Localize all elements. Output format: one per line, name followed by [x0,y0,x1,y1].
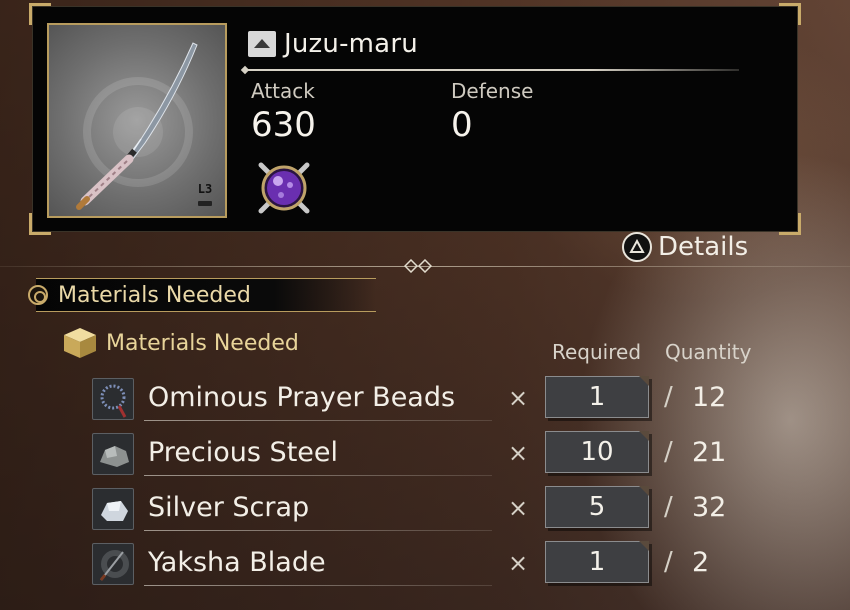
name-divider [245,69,739,71]
item-name: Juzu-maru [284,29,418,59]
item-name-row: Juzu-maru [248,29,418,59]
column-header-required: Required [552,340,642,364]
slash-separator: / [664,547,673,577]
owned-quantity: 2 [692,547,710,578]
material-name: Yaksha Blade [148,547,326,578]
item-panel: L3 Juzu-maru Attack 630 Defense 0 [29,3,801,235]
steel-ore-icon [92,433,134,475]
blade-icon [92,543,134,585]
divider-ornament-icon [404,259,432,273]
materials-list: Ominous Prayer Beads × 1 / 12 Precious S… [92,372,772,592]
stat-label: Defense [451,79,534,103]
row-divider [144,585,492,586]
triangle-button-icon [622,232,652,262]
list-item[interactable]: Silver Scrap × 5 / 32 [92,482,772,537]
header-tab-label: Materials Needed [58,282,251,308]
multiply-sign: × [508,439,529,467]
row-divider [144,475,492,476]
owned-quantity: 12 [692,382,727,413]
row-divider [144,420,492,421]
category-label: Materials Needed [106,330,299,356]
knot-ornament-icon [28,285,48,305]
owned-quantity: 21 [692,437,727,468]
rarity-up-icon [248,31,276,57]
materials-header-tab: Materials Needed [28,278,376,312]
stat-defense: Defense 0 [451,79,533,145]
details-label: Details [658,232,749,262]
stat-value: 630 [251,105,316,145]
required-count: 10 [545,431,649,473]
slash-separator: / [664,382,673,412]
list-item[interactable]: Yaksha Blade × 1 / 2 [92,537,772,592]
slash-separator: / [664,437,673,467]
list-item[interactable]: Precious Steel × 10 / 21 [92,427,772,482]
slash-separator: / [664,492,673,522]
corner-ornament [29,3,51,25]
details-button[interactable]: Details [622,232,748,262]
stat-attack: Attack 630 [251,79,316,145]
box-icon [64,328,96,358]
material-name: Precious Steel [148,437,339,468]
level-badge-icon: L3 [195,180,215,206]
required-count: 1 [545,376,649,418]
silver-scrap-icon [92,488,134,530]
material-name: Ominous Prayer Beads [148,382,456,413]
corner-ornament [779,3,801,25]
owned-quantity: 32 [692,492,727,523]
multiply-sign: × [508,549,529,577]
material-name: Silver Scrap [148,492,310,523]
materials-category: Materials Needed [62,326,299,360]
required-count: 1 [545,541,649,583]
stat-label: Attack [251,79,315,103]
row-divider [144,530,492,531]
column-header-quantity: Quantity [665,340,752,364]
weapon-image[interactable]: L3 [47,23,227,218]
stat-value: 0 [451,105,473,145]
corner-ornament [779,213,801,235]
multiply-sign: × [508,384,529,412]
list-item[interactable]: Ominous Prayer Beads × 1 / 12 [92,372,772,427]
soul-core-icon[interactable] [255,159,313,217]
required-count: 5 [545,486,649,528]
multiply-sign: × [508,494,529,522]
prayer-beads-icon [92,378,134,420]
